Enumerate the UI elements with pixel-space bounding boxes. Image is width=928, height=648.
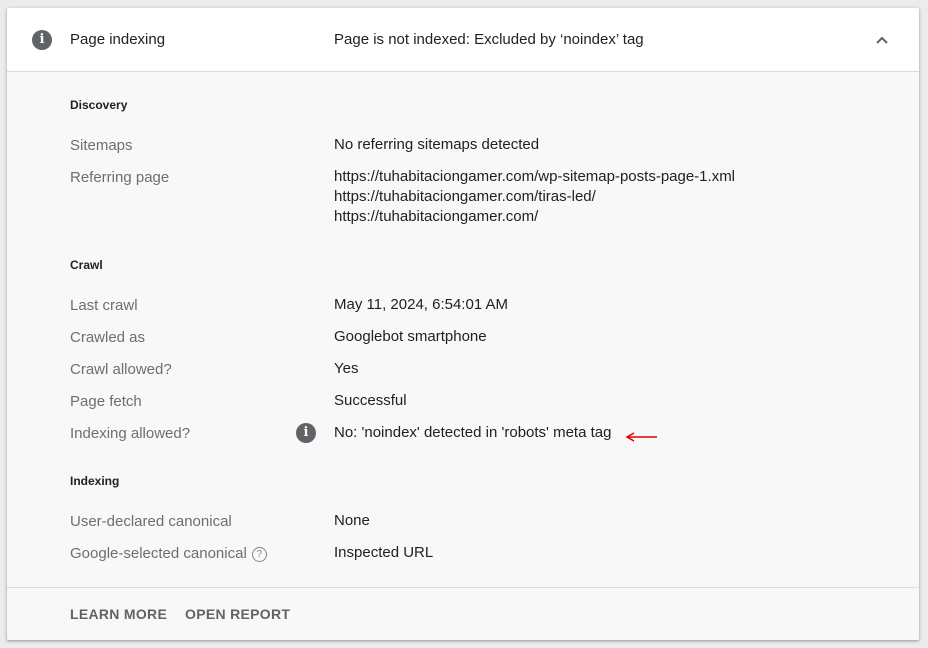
chevron-up-icon[interactable]: [868, 28, 896, 52]
card-header[interactable]: i Page indexing Page is not indexed: Exc…: [7, 8, 919, 72]
referring-page-label: Referring page: [70, 169, 170, 186]
user-declared-canonical-label: User-declared canonical: [70, 513, 232, 530]
crawl-allowed-label: Crawl allowed?: [70, 361, 172, 378]
card-title: Page indexing: [70, 31, 166, 48]
referring-page-url[interactable]: https://tuhabitaciongamer.com/wp-sitemap…: [334, 167, 735, 187]
page-fetch-value: Successful: [334, 392, 407, 409]
help-icon[interactable]: ?: [251, 547, 267, 562]
indexing-allowed-label: Indexing allowed?: [70, 425, 191, 442]
info-icon: i: [32, 30, 52, 50]
indexing-allowed-value: No: 'noindex' detected in 'robots' meta …: [334, 424, 612, 441]
google-selected-canonical-label: Google-selected canonical?: [70, 545, 267, 562]
indexing-status: Page is not indexed: Excluded by ‘noinde…: [334, 31, 644, 48]
user-declared-canonical-value: None: [334, 512, 370, 529]
section-title-discovery: Discovery: [70, 98, 128, 112]
page-indexing-card: i Page indexing Page is not indexed: Exc…: [7, 8, 919, 640]
card-footer: LEARN MORE OPEN REPORT: [7, 587, 919, 640]
crawled-as-value: Googlebot smartphone: [334, 328, 487, 345]
section-title-crawl: Crawl: [70, 258, 103, 272]
referring-page-list: https://tuhabitaciongamer.com/wp-sitemap…: [334, 167, 735, 227]
info-icon[interactable]: i: [296, 423, 316, 443]
referring-page-url[interactable]: https://tuhabitaciongamer.com/: [334, 207, 735, 227]
last-crawl-value: May 11, 2024, 6:54:01 AM: [334, 296, 509, 313]
crawl-allowed-value: Yes: [334, 360, 359, 377]
last-crawl-label: Last crawl: [70, 297, 138, 314]
referring-page-url[interactable]: https://tuhabitaciongamer.com/tiras-led/: [334, 187, 735, 207]
open-report-button[interactable]: OPEN REPORT: [185, 606, 290, 622]
section-title-indexing: Indexing: [70, 474, 120, 488]
google-selected-canonical-text: Google-selected canonical: [70, 545, 247, 562]
sitemaps-label: Sitemaps: [70, 137, 133, 154]
learn-more-button[interactable]: LEARN MORE: [70, 606, 167, 622]
crawled-as-label: Crawled as: [70, 329, 146, 346]
sitemaps-value: No referring sitemaps detected: [334, 136, 540, 153]
google-selected-canonical-value: Inspected URL: [334, 544, 434, 561]
red-arrow-annotation-icon: [625, 432, 657, 442]
page-fetch-label: Page fetch: [70, 393, 142, 410]
